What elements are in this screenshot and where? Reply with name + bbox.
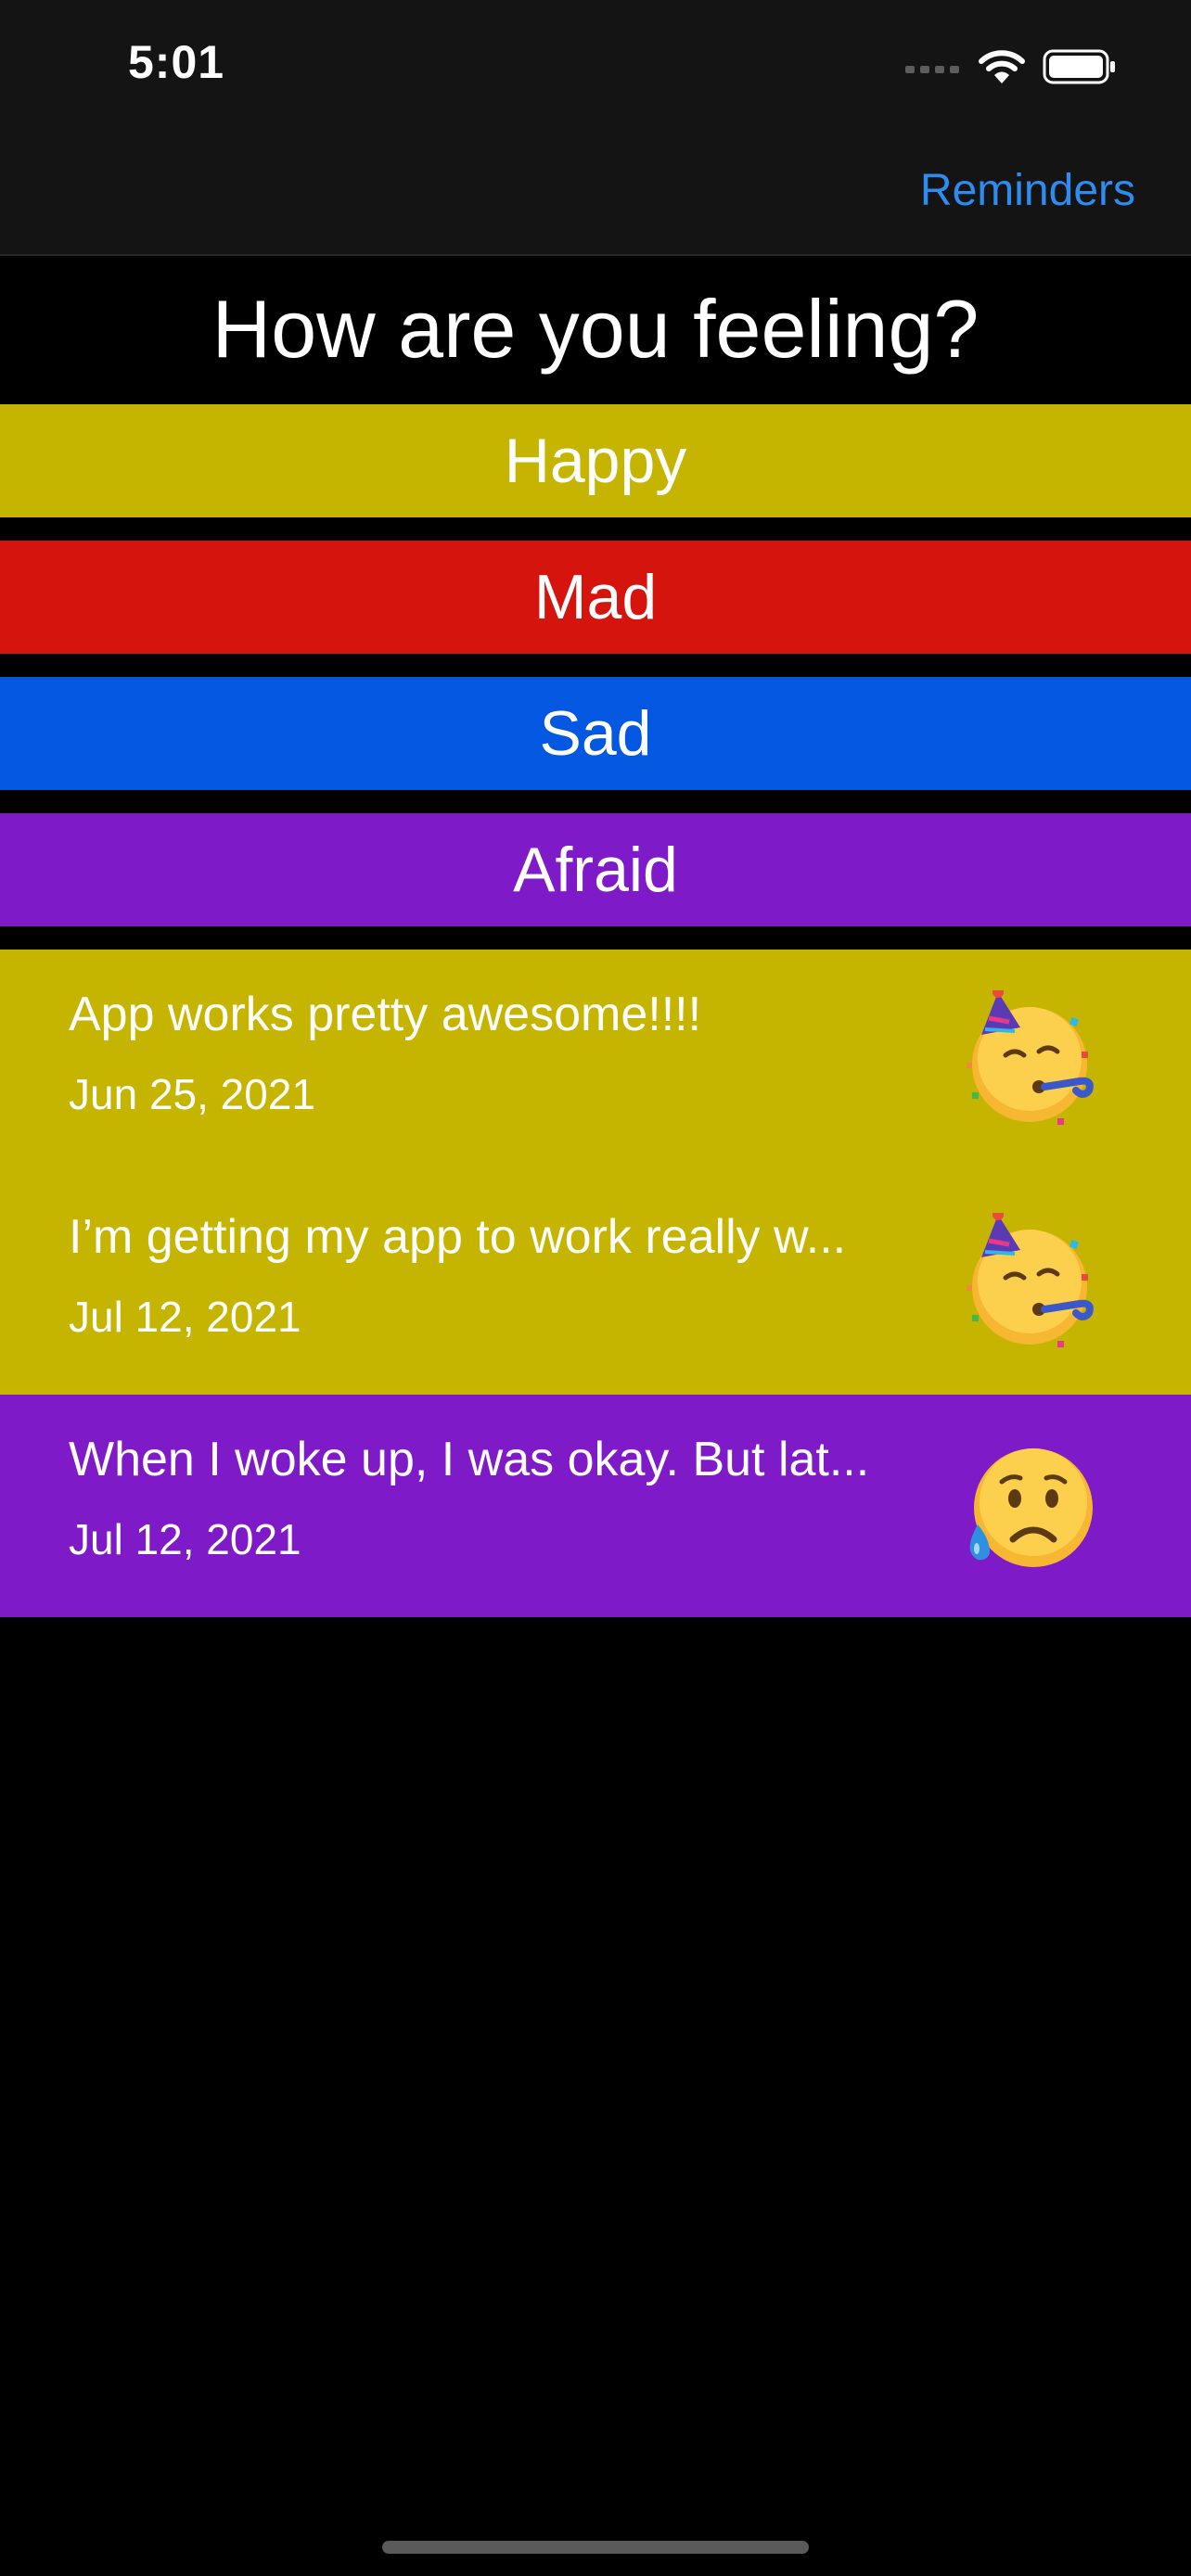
navigation-bar: Reminders — [0, 130, 1191, 256]
entry-row[interactable]: App works pretty awesome!!!! Jun 25, 202… — [0, 950, 1191, 1172]
status-bar: 5:01 — [0, 0, 1191, 130]
mood-button-happy[interactable]: Happy — [0, 404, 1191, 517]
entry-row[interactable]: When I woke up, I was okay. But lat... J… — [0, 1395, 1191, 1617]
wifi-icon — [979, 50, 1025, 83]
entry-date: Jun 25, 2021 — [69, 1070, 316, 1118]
mood-button-afraid[interactable]: Afraid — [0, 813, 1191, 926]
home-indicator[interactable] — [382, 2541, 809, 2554]
entry-row[interactable]: I’m getting my app to work really w... J… — [0, 1172, 1191, 1395]
reminders-button[interactable]: Reminders — [920, 165, 1135, 216]
battery-icon — [1043, 49, 1115, 84]
mood-button-mad[interactable]: Mad — [0, 541, 1191, 654]
status-time: 5:01 — [128, 36, 225, 88]
mood-button-sad[interactable]: Sad — [0, 677, 1191, 790]
signal-icon — [905, 66, 959, 73]
partying-face-icon — [967, 990, 1094, 1125]
partying-face-icon — [967, 1213, 1094, 1347]
entry-date: Jul 12, 2021 — [69, 1293, 301, 1341]
entry-text: App works pretty awesome!!!! — [69, 988, 702, 1041]
status-icons — [905, 46, 1117, 87]
sad-sweat-face-icon — [969, 1448, 1093, 1567]
entry-text: When I woke up, I was okay. But lat... — [69, 1433, 870, 1486]
entry-text: I’m getting my app to work really w... — [69, 1210, 847, 1264]
page-title: How are you feeling? — [211, 283, 980, 375]
entry-date: Jul 12, 2021 — [69, 1515, 301, 1563]
